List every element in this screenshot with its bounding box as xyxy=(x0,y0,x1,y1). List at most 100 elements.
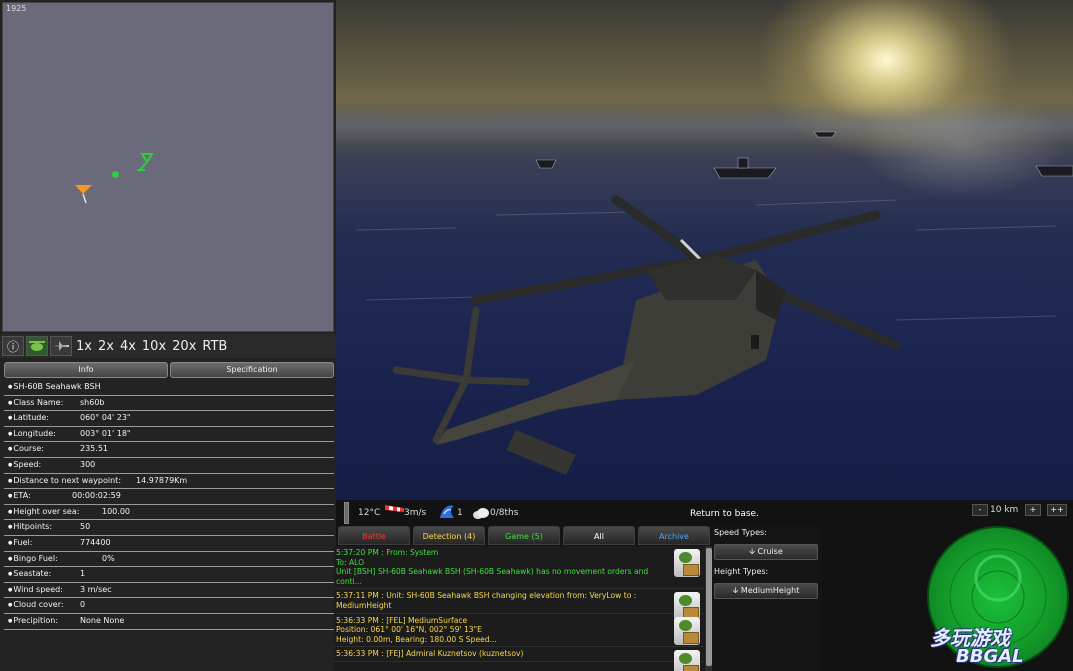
info-row: Seastate: 1 xyxy=(4,567,334,583)
info-value: 0 xyxy=(80,600,86,610)
message-item[interactable]: 5:37:11 PM : Unit: SH-60B Seahawk BSH ch… xyxy=(334,589,704,621)
info-icon[interactable]: ⓘ xyxy=(2,336,24,356)
speed-type-dropdown[interactable]: 🡫 Cruise xyxy=(714,544,818,560)
info-label: Fuel: xyxy=(8,536,32,551)
waypoint-marker-icon[interactable] xyxy=(112,171,119,178)
message-item[interactable]: 5:37:20 PM : From: System To: ALO Unit [BS… xyxy=(334,546,704,590)
message-line: 5:36:33 PM : [FEJ] Admiral Kuznetsov (ku… xyxy=(336,649,524,659)
tab-info[interactable]: Info xyxy=(4,362,168,378)
unit-info-list: SH-60B Seahawk BSHClass Name: sh60b Latitu… xyxy=(4,380,334,630)
height-type-dropdown[interactable]: 🡫 MediumHeight xyxy=(714,583,818,599)
info-label: Seastate: xyxy=(8,567,51,582)
zoom-1x-button[interactable]: 1x xyxy=(74,336,94,356)
map-toolbar: ⓘ 1x 2x 4x 10x 20x RTB xyxy=(0,334,336,358)
cloud-readout: 0/8ths xyxy=(490,508,519,518)
message-line: Height: 0.00m, Bearing: 180.00 S Speed..… xyxy=(336,634,497,644)
info-row: Longitude: 003° 01' 18" xyxy=(4,427,334,443)
map-scale-label: 10 km xyxy=(990,505,1019,515)
seastate-icon xyxy=(438,502,456,524)
tab-all[interactable]: All xyxy=(563,526,635,545)
helicopter-icon[interactable] xyxy=(26,336,48,356)
info-value: 0% xyxy=(102,553,115,563)
order-status-text: Return to base. xyxy=(690,509,759,519)
info-label: Longitude: xyxy=(8,427,55,442)
info-label: Distance to next waypoint: xyxy=(8,474,121,489)
message-line: MediumHeight xyxy=(336,600,392,610)
radar-panel: 多玩游戏 BBGAL xyxy=(822,526,1073,671)
message-line: Position: 061° 00' 16"N, 002° 59' 13"E xyxy=(336,625,482,635)
info-row: Bingo Fuel: 0% xyxy=(4,552,334,568)
3d-view[interactable] xyxy=(336,0,1073,500)
scale-minus-button[interactable]: - xyxy=(972,504,988,516)
info-label: Course: xyxy=(8,442,44,457)
zoom-4x-button[interactable]: 4x xyxy=(117,336,138,356)
message-archive-icon[interactable] xyxy=(674,650,700,671)
left-panel: 1925 ⓘ 1x 2x 4x 10x 20x RTB Info Specifi… xyxy=(0,0,336,671)
info-value: 50 xyxy=(80,522,91,532)
info-row: Distance to next waypoint: 14.97879Km xyxy=(4,474,334,490)
selected-unit-icon[interactable] xyxy=(74,184,94,208)
info-label: Wind speed: xyxy=(8,583,63,598)
arrow-down-icon: 🡫 xyxy=(732,586,739,595)
scale-plus-button[interactable]: + xyxy=(1025,504,1041,516)
message-log[interactable]: 5:37:20 PM : From: System To: ALO Unit [BS… xyxy=(334,546,704,671)
info-value: 3 m/sec xyxy=(80,584,112,594)
tactical-map[interactable]: 1925 xyxy=(2,2,334,332)
speed-types-label: Speed Types: xyxy=(714,528,767,537)
status-bar: 12°C 3m/s 1 0/8ths Return to base. - 10 … xyxy=(336,500,1073,526)
message-line: 5:37:11 PM : Unit: SH-60B Seahawk BSH ch… xyxy=(336,591,637,601)
rtb-button[interactable]: RTB xyxy=(200,336,230,356)
info-label: Cloud cover: xyxy=(8,598,63,613)
zoom-20x-button[interactable]: 20x xyxy=(170,336,199,356)
message-line: conti... xyxy=(336,576,362,586)
info-value: 14.97879Km xyxy=(136,475,188,485)
info-row: Speed: 300 xyxy=(4,458,334,474)
message-tabs: Battle Detection (4) Game (5) All Archive xyxy=(336,526,712,546)
message-line: 5:37:20 PM : From: System xyxy=(336,548,439,557)
info-value: 235.51 xyxy=(80,444,108,454)
info-row: SH-60B Seahawk BSH xyxy=(4,380,334,396)
message-archive-icon[interactable] xyxy=(674,616,700,645)
info-label: Precipition: xyxy=(8,614,58,629)
tab-battle[interactable]: Battle xyxy=(338,526,410,545)
info-label: Hitpoints: xyxy=(8,520,52,535)
info-value: 00:00:02:59 xyxy=(72,491,121,501)
helicopter-render[interactable] xyxy=(336,0,1073,500)
scale-plusplus-button[interactable]: ++ xyxy=(1047,504,1067,516)
friendly-unit-icon[interactable] xyxy=(135,153,155,177)
info-row: Fuel: 774400 xyxy=(4,536,334,552)
zoom-2x-button[interactable]: 2x xyxy=(95,336,116,356)
tab-archive[interactable]: Archive xyxy=(638,526,710,545)
info-value: 774400 xyxy=(80,537,111,547)
info-label: Latitude: xyxy=(8,411,49,426)
aircraft-icon[interactable] xyxy=(50,336,72,356)
temperature-readout: 12°C xyxy=(358,508,381,518)
windsock-icon xyxy=(384,502,406,521)
info-row: Hitpoints: 50 xyxy=(4,520,334,536)
info-label: Bingo Fuel: xyxy=(8,552,57,567)
message-line: Unit [BSH] SH-60B Seahawk BSH (SH-60B Se… xyxy=(336,567,649,577)
message-line: To: ALO xyxy=(336,557,365,567)
message-item[interactable]: 5:36:33 PM : [FEJ] Admiral Kuznetsov (ku… xyxy=(334,647,704,671)
info-value: 1 xyxy=(80,569,86,579)
info-tabs: Info Specification xyxy=(4,362,334,378)
info-label: ETA: xyxy=(8,489,30,504)
tab-detection[interactable]: Detection (4) xyxy=(413,526,485,545)
wind-readout: 3m/s xyxy=(404,508,427,518)
info-label: SH-60B Seahawk BSH xyxy=(8,380,100,395)
info-value: 060° 04' 23" xyxy=(80,413,131,423)
message-item[interactable]: 5:36:33 PM : [FEL] MediumSurface Position… xyxy=(334,614,704,648)
cloud-icon xyxy=(472,505,490,524)
info-value: 100.00 xyxy=(102,506,130,516)
info-row: Precipition: None None xyxy=(4,614,334,630)
info-value: None None xyxy=(80,615,125,625)
info-row: Course: 235.51 xyxy=(4,442,334,458)
height-types-label: Height Types: xyxy=(714,567,769,576)
info-label: Height over sea: xyxy=(8,505,79,520)
message-archive-icon[interactable] xyxy=(674,549,700,577)
tab-specification[interactable]: Specification xyxy=(170,362,334,378)
info-row: Wind speed: 3 m/sec xyxy=(4,583,334,599)
info-label: Speed: xyxy=(8,458,41,473)
tab-game[interactable]: Game (5) xyxy=(488,526,560,545)
zoom-10x-button[interactable]: 10x xyxy=(139,336,169,356)
